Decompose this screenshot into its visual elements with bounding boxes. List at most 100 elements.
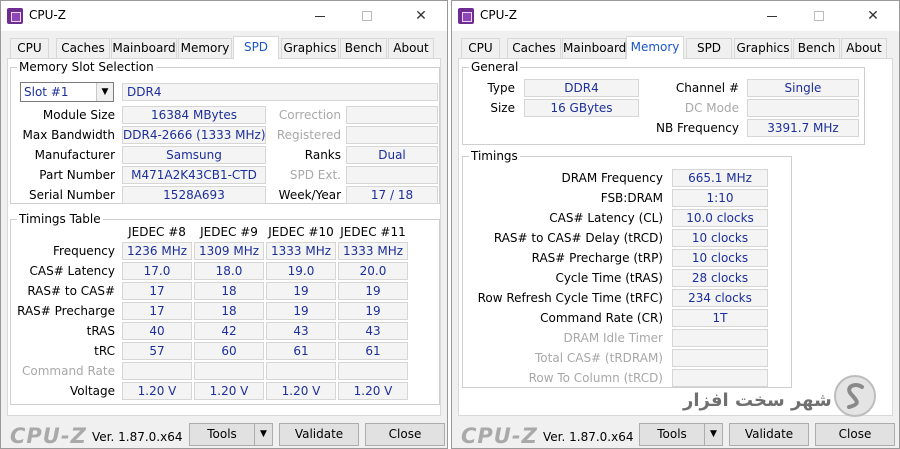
- timing-row-label: tRC: [94, 344, 115, 358]
- timing-cell: 18.0: [194, 262, 264, 280]
- timing-cell: 1333 MHz: [266, 242, 336, 260]
- timing-cell: 19: [338, 302, 408, 320]
- timing-row-label: Voltage: [69, 384, 115, 398]
- tab-cpu[interactable]: CPU: [10, 38, 49, 58]
- tab-graphics[interactable]: Graphics: [734, 38, 792, 58]
- part-number-label: Part Number: [39, 168, 115, 182]
- tools-button[interactable]: Tools: [639, 423, 705, 446]
- size-value: 16 GBytes: [524, 99, 639, 117]
- title-bar: CPU-Z ✕: [452, 1, 899, 31]
- group-title: Timings Table: [17, 212, 103, 226]
- slot-select[interactable]: Slot #1 ▼: [20, 82, 114, 102]
- footer-bar: CPU-Z Ver. 1.87.0.x64 Tools ▼ Validate C…: [1, 419, 447, 449]
- maximize-button[interactable]: [345, 3, 389, 29]
- tab-spd[interactable]: SPD: [233, 36, 279, 59]
- chevron-down-icon: ▼: [260, 429, 267, 439]
- tab-bench[interactable]: Bench: [793, 38, 840, 58]
- serial-number-value: 1528A693: [122, 186, 266, 204]
- tab-caches[interactable]: Caches: [507, 38, 561, 58]
- cpuz-app-icon: [458, 8, 474, 24]
- timing-cell: 19: [266, 282, 336, 300]
- timing-cell: 19: [338, 282, 408, 300]
- week-year-label: Week/Year: [278, 188, 341, 202]
- column-header: JEDEC #8: [128, 225, 186, 239]
- timings-table-group: Timings Table JEDEC #8 JEDEC #9 JEDEC #1…: [10, 212, 440, 405]
- minimize-button[interactable]: [750, 3, 794, 29]
- tab-caches[interactable]: Caches: [56, 38, 110, 58]
- tab-strip: CPU Caches Mainboard Memory SPD Graphics…: [458, 36, 893, 59]
- week-year-value: 17 / 18: [346, 186, 438, 204]
- timings-group: Timings DRAM Frequency 665.1 MHz FSB:DRAM 1…: [462, 149, 792, 388]
- close-icon: ✕: [415, 8, 427, 24]
- timing-row-label: DRAM Idle Timer: [563, 331, 663, 345]
- timing-row-label: Total CAS# (tRDRAM): [535, 351, 663, 365]
- tab-strip: CPU Caches Mainboard Memory SPD Graphics…: [7, 36, 441, 59]
- timing-value: [672, 349, 768, 367]
- tools-button[interactable]: Tools: [189, 423, 255, 446]
- close-icon: ✕: [867, 8, 879, 24]
- timing-row-label: RAS# to CAS#: [27, 284, 115, 298]
- channel-value: Single: [747, 79, 859, 97]
- version-text: Ver. 1.87.0.x64: [543, 430, 634, 444]
- correction-value: [346, 106, 438, 124]
- timing-cell: 61: [338, 342, 408, 360]
- timing-cell: 42: [194, 322, 264, 340]
- close-button[interactable]: Close: [365, 423, 445, 446]
- timing-value: 10 clocks: [672, 249, 768, 267]
- max-bandwidth-value: DDR4-2666 (1333 MHz): [122, 126, 266, 144]
- tab-about[interactable]: About: [841, 38, 887, 58]
- timing-cell: 61: [266, 342, 336, 360]
- timing-row-label: DRAM Frequency: [561, 171, 663, 185]
- timing-row-label: CAS# Latency: [29, 264, 115, 278]
- timing-value: 234 clocks: [672, 289, 768, 307]
- tab-memory[interactable]: Memory: [626, 36, 684, 59]
- close-window-button[interactable]: ✕: [399, 3, 443, 29]
- timing-cell: 19: [266, 302, 336, 320]
- tab-bench[interactable]: Bench: [340, 38, 387, 58]
- close-window-button[interactable]: ✕: [851, 3, 895, 29]
- timing-value: 1T: [672, 309, 768, 327]
- tab-graphics[interactable]: Graphics: [281, 38, 339, 58]
- timing-cell: [266, 362, 336, 380]
- timing-cell: 60: [194, 342, 264, 360]
- validate-button[interactable]: Validate: [729, 423, 809, 446]
- maximize-icon: [362, 11, 372, 21]
- close-button[interactable]: Close: [815, 423, 895, 446]
- validate-button[interactable]: Validate: [279, 423, 359, 446]
- tab-memory[interactable]: Memory: [178, 38, 232, 58]
- timing-cell: [194, 362, 264, 380]
- timing-cell: 17.0: [122, 262, 192, 280]
- tab-cpu[interactable]: CPU: [461, 38, 500, 58]
- tab-mainboard[interactable]: Mainboard: [562, 38, 626, 58]
- timing-row-label: Cycle Time (tRAS): [555, 271, 663, 285]
- size-label: Size: [490, 101, 515, 115]
- version-text: Ver. 1.87.0.x64: [92, 430, 183, 444]
- timing-value: 1:10: [672, 189, 768, 207]
- timing-value: 10 clocks: [672, 229, 768, 247]
- spd-panel: Memory Slot Selection Slot #1 ▼ DDR4 Mod…: [7, 58, 441, 416]
- tab-about[interactable]: About: [388, 38, 434, 58]
- timing-row-label: Row Refresh Cycle Time (tRFC): [477, 291, 663, 305]
- minimize-icon: [315, 15, 325, 17]
- chevron-down-icon[interactable]: ▼: [96, 83, 113, 101]
- group-title: Timings: [469, 149, 520, 163]
- timing-row-label: Row To Column (tRCD): [528, 371, 663, 385]
- nb-frequency-value: 3391.7 MHz: [747, 119, 859, 137]
- tools-dropdown-button[interactable]: ▼: [254, 423, 273, 446]
- cpuz-window-spd: CPU-Z ✕ CPU Caches Mainboard Memory SPD …: [0, 0, 448, 449]
- timing-row-label: RAS# to CAS# Delay (tRCD): [493, 231, 663, 245]
- tools-dropdown-button[interactable]: ▼: [704, 423, 723, 446]
- timing-cell: 18: [194, 282, 264, 300]
- cpuz-app-icon: [7, 8, 23, 24]
- timing-row-label: RAS# Precharge: [17, 304, 115, 318]
- tab-spd[interactable]: SPD: [686, 38, 732, 58]
- dc-mode-value: [747, 99, 859, 117]
- timing-row-label: Frequency: [53, 244, 115, 258]
- maximize-button[interactable]: [797, 3, 841, 29]
- part-number-value: M471A2K43CB1-CTD: [122, 166, 266, 184]
- window-title: CPU-Z: [29, 8, 66, 22]
- tab-mainboard[interactable]: Mainboard: [111, 38, 177, 58]
- chevron-down-icon: ▼: [710, 429, 717, 439]
- max-bandwidth-label: Max Bandwidth: [22, 128, 115, 142]
- minimize-button[interactable]: [298, 3, 342, 29]
